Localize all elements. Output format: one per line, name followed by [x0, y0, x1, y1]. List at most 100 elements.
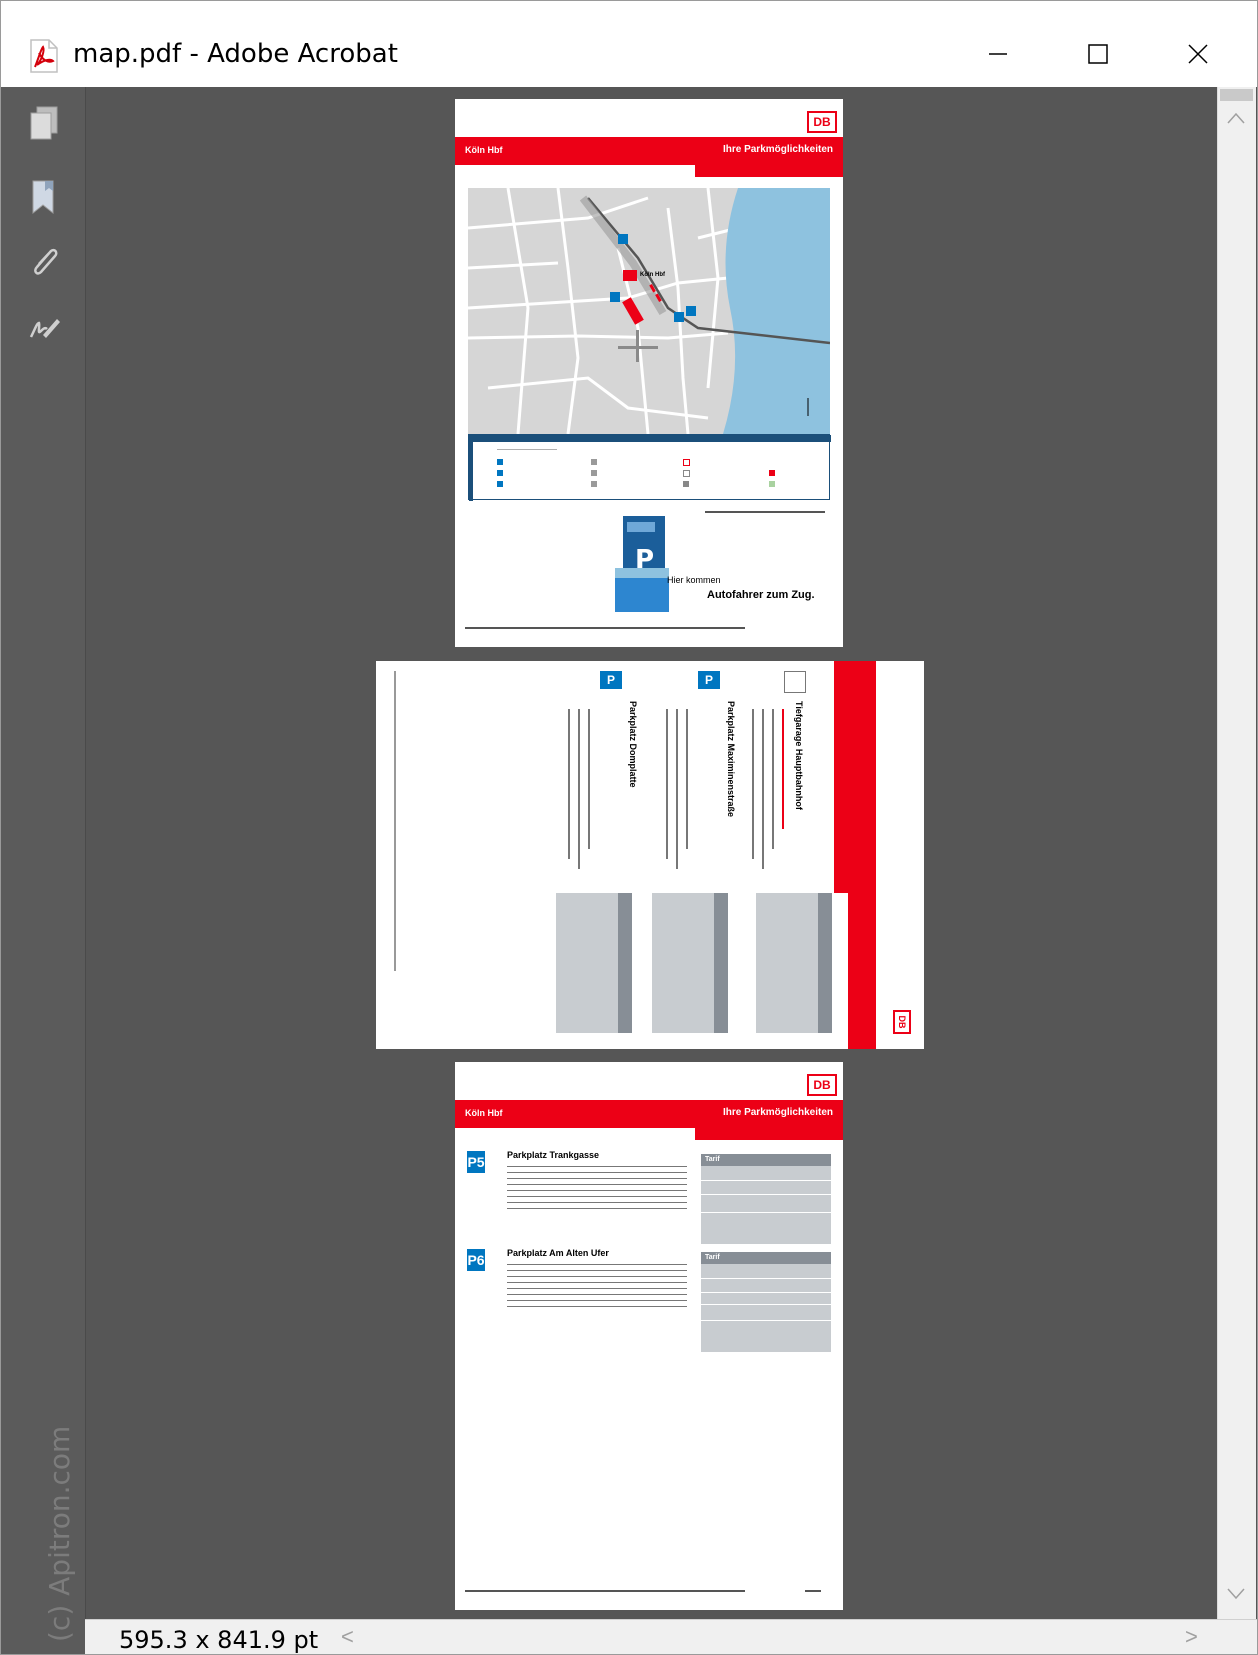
p5-line-3 [507, 1178, 687, 1179]
db-logo-p3: DB [807, 1074, 837, 1096]
heading-domplatte: Parkplatz Domplatte [628, 701, 638, 788]
station-name: Köln Hbf [465, 145, 503, 155]
header-tab-p3 [695, 1128, 843, 1140]
station-name-p3: Köln Hbf [465, 1108, 503, 1118]
p5-tarif-row-2 [701, 1194, 831, 1195]
legend-bar [469, 435, 831, 442]
scroll-up-icon[interactable] [1226, 111, 1246, 125]
status-bar: 595.3 x 841.9 pt < > [85, 1619, 1257, 1654]
legend-swatch-parkplatz [497, 459, 503, 465]
p6-title: Parkplatz Am Alten Ufer [507, 1248, 609, 1258]
text-col-1a [752, 709, 754, 859]
header-title-p3: Ihre Parkmöglichkeiten [722, 1107, 833, 1118]
title-bar: map.pdf - Adobe Acrobat [1, 1, 1257, 87]
header-band-p3: Köln Hbf Ihre Parkmöglichkeiten [455, 1100, 843, 1128]
p6-line-5 [507, 1288, 687, 1289]
pdf-page-1: DB Köln Hbf Ihre Parkmöglichkeiten Köln … [455, 99, 843, 647]
map-graphic [468, 188, 830, 434]
db-logo: DB [807, 111, 837, 133]
map-station-label: Köln Hbf [640, 272, 665, 278]
footer-line [465, 627, 745, 629]
pdf-page-3: DB Köln Hbf Ihre Parkmöglichkeiten P5 Pa… [455, 1062, 843, 1610]
p6-line-6 [507, 1294, 687, 1295]
p6-tarif-label: Tarif [705, 1254, 720, 1261]
tarif-table-1 [756, 893, 832, 1033]
p5-tarif-row-1 [701, 1180, 831, 1181]
p6-tarif-row-4 [701, 1320, 831, 1321]
p6-line-3 [507, 1276, 687, 1277]
signature-icon[interactable] [27, 309, 61, 345]
p6-tarif-row-1 [701, 1278, 831, 1279]
legend-side [469, 435, 473, 501]
minimize-icon [989, 53, 1007, 55]
p6-line-2 [507, 1270, 687, 1271]
text-col-3c [588, 709, 590, 849]
parking-promo-graphic: P [615, 516, 669, 612]
footer-page-num-p3 [805, 1590, 821, 1592]
rotated-header-tab [834, 661, 848, 893]
legend-swatch-parkhaus [497, 470, 503, 476]
p5-line-5 [507, 1190, 687, 1191]
legend-line [497, 449, 557, 450]
p5-line-1 [507, 1166, 687, 1167]
p5-line-7 [507, 1202, 687, 1203]
close-button[interactable] [1153, 21, 1243, 87]
footer-col [394, 671, 396, 971]
scroll-left-icon[interactable]: < [341, 1624, 354, 1650]
header-band: Köln Hbf Ihre Parkmöglichkeiten [455, 137, 843, 165]
legend-swatch-track [683, 481, 689, 487]
tarif-1-header [818, 893, 832, 1033]
tarif-2-header [714, 893, 728, 1033]
vertical-scroll-thumb[interactable] [1220, 89, 1253, 101]
legend-swatch-grey-2 [591, 470, 597, 476]
tarif-table-2 [652, 893, 728, 1033]
p6-tarif-header: Tarif [701, 1252, 831, 1264]
p5-line-2 [507, 1172, 687, 1173]
legend-swatch-grey-1 [591, 459, 597, 465]
p6-tarif-row-3 [701, 1304, 831, 1305]
p5-line-6 [507, 1196, 687, 1197]
legend-swatch-tiefgarage [497, 481, 503, 487]
p5-tarif-label: Tarif [705, 1156, 720, 1163]
pages-icon[interactable] [27, 105, 61, 141]
tarif-3-header [618, 893, 632, 1033]
close-icon [1188, 44, 1208, 64]
p5-line-8 [507, 1208, 687, 1209]
p-badge-2: P [698, 671, 720, 689]
page-size-readout: 595.3 x 841.9 pt [119, 1626, 319, 1654]
pdf-file-icon [30, 39, 58, 73]
header-tab [695, 165, 843, 177]
text-col-3a [568, 709, 570, 859]
rotated-db-logo: DB [893, 1010, 911, 1034]
attachment-icon[interactable] [27, 243, 61, 279]
p6-line-8 [507, 1306, 687, 1307]
bookmark-icon[interactable] [27, 179, 61, 215]
p6-tarif-row-2 [701, 1292, 831, 1293]
document-area: (c) Apitron.com DB Köln Hbf Ihre Parkmög… [1, 87, 1257, 1654]
legend-swatch-grey-3 [591, 481, 597, 487]
acrobat-window: map.pdf - Adobe Acrobat (c) Apitron.com … [0, 0, 1258, 1655]
heading-tiefgarage: Tiefgarage Hauptbahnhof [794, 701, 804, 810]
rotated-header-band [848, 661, 876, 1049]
scroll-right-icon[interactable]: > [1185, 1624, 1198, 1650]
icon-tiefgarage-box [784, 671, 806, 693]
p-badge-1: P [600, 671, 622, 689]
watermark-text: (c) Apitron.com [43, 1425, 76, 1642]
vertical-scrollbar[interactable] [1217, 87, 1256, 1619]
legend-swatch-green [769, 481, 775, 487]
promo-line-1: Hier kommen [667, 575, 721, 585]
maximize-button[interactable] [1053, 21, 1143, 87]
map-note-line [705, 511, 825, 513]
navigation-pane: (c) Apitron.com [1, 87, 86, 1654]
legend-swatch-special [683, 459, 690, 466]
text-col-1b [762, 709, 764, 869]
p5-tarif-table: Tarif [701, 1154, 831, 1244]
minimize-button[interactable] [953, 21, 1043, 87]
footer-line-p3 [465, 1590, 745, 1592]
legend-swatch-oneway [683, 470, 690, 477]
window-title: map.pdf - Adobe Acrobat [73, 39, 398, 69]
text-col-2c [686, 709, 688, 849]
p5-tarif-header: Tarif [701, 1154, 831, 1166]
legend-swatch-station [769, 470, 775, 476]
scroll-down-icon[interactable] [1226, 1587, 1246, 1601]
